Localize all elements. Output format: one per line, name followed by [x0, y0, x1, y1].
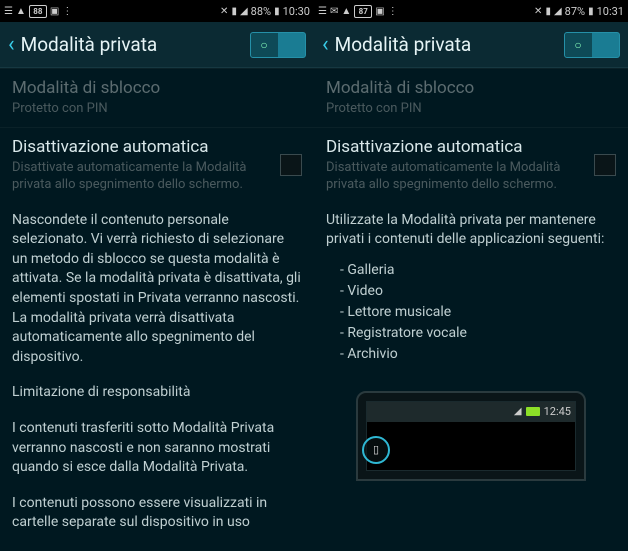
auto-off-title: Disattivazione automatica — [12, 137, 270, 157]
clock: 10:30 — [283, 5, 310, 18]
phone-illustration: ◢ 12:45 ▯ — [356, 391, 586, 481]
info-paragraph: Nascondete il contenuto personale selezi… — [0, 203, 314, 376]
overflow-icon: ⋮ — [62, 6, 72, 17]
list-item: Galleria — [340, 260, 616, 281]
list-item: Lettore musicale — [340, 302, 616, 323]
page-title: Modalità privata — [21, 33, 250, 56]
battery-icon: ▮ — [274, 6, 280, 17]
auto-off-checkbox[interactable] — [594, 154, 616, 176]
battery-percent: 87% — [565, 5, 585, 18]
status-bar: ☰ ✉ ▲ 87 ▣ ⋮ ✕ ▮ ◢ 87% ▮ 10:31 — [314, 0, 628, 22]
app-header: ‹ Modalità privata ○ — [0, 22, 314, 68]
vibrate-icon: ✕ — [534, 6, 542, 17]
overflow-icon: ⋮ — [388, 6, 398, 17]
battery-icon: ▮ — [588, 6, 594, 17]
unlock-method-row[interactable]: Modalità di sblocco Protetto con PIN — [314, 68, 628, 127]
unlock-title: Modalità di sblocco — [326, 78, 616, 98]
page-title: Modalità privata — [335, 33, 564, 56]
list-item: Archivio — [340, 344, 616, 365]
intro-text: Utilizzate la Modalità privata per mante… — [314, 203, 628, 258]
battery-percent: 88% — [251, 5, 271, 18]
unlock-sub: Protetto con PIN — [12, 100, 302, 118]
menu-icon: ☰ — [4, 6, 13, 17]
signal-icon: ◢ — [514, 406, 522, 417]
back-icon[interactable]: ‹ — [322, 32, 329, 57]
toggle-knob: ○ — [254, 36, 274, 54]
unlock-sub: Protetto con PIN — [326, 100, 616, 118]
vibrate-icon: ✕ — [220, 6, 228, 17]
auto-off-sub: Disattivate automaticamente la Modalità … — [326, 159, 584, 194]
toggle-knob: ○ — [568, 36, 588, 54]
private-mode-toggle[interactable]: ○ — [250, 32, 306, 58]
auto-off-checkbox[interactable] — [280, 154, 302, 176]
battery-badge: 88 — [29, 5, 47, 18]
list-item: Registratore vocale — [340, 323, 616, 344]
chat-icon: ▣ — [375, 6, 384, 17]
private-mode-toggle[interactable]: ○ — [564, 32, 620, 58]
signal-icon: ◢ — [240, 6, 248, 17]
screen-right: ☰ ✉ ▲ 87 ▣ ⋮ ✕ ▮ ◢ 87% ▮ 10:31 ‹ Modalit… — [314, 0, 628, 551]
clock: 10:31 — [597, 5, 624, 18]
unlock-method-row[interactable]: Modalità di sblocco Protetto con PIN — [0, 68, 314, 127]
signal-icon: ▮ — [231, 6, 237, 17]
screen-left: ☰ ▲ 88 ▣ ⋮ ✕ ▮ ◢ 88% ▮ 10:30 ‹ Modalità … — [0, 0, 314, 551]
battery-badge: 87 — [354, 5, 372, 18]
disclaimer-paragraph: I contenuti possono essere visualizzati … — [0, 486, 314, 541]
disclaimer-paragraph: I contenuti trasferiti sotto Modalità Pr… — [0, 411, 314, 486]
app-list: Galleria Video Lettore musicale Registra… — [314, 258, 628, 373]
app-header: ‹ Modalità privata ○ — [314, 22, 628, 68]
disclaimer-heading: Limitazione di responsabilità — [0, 375, 314, 411]
status-bar: ☰ ▲ 88 ▣ ⋮ ✕ ▮ ◢ 88% ▮ 10:30 — [0, 0, 314, 22]
auto-off-row[interactable]: Disattivazione automatica Disattivate au… — [0, 127, 314, 203]
battery-icon — [526, 407, 540, 416]
auto-off-sub: Disattivate automaticamente la Modalità … — [12, 159, 270, 194]
illustration-clock: 12:45 — [544, 405, 571, 418]
menu-icon: ☰ — [318, 6, 327, 17]
signal-icon: ◢ — [554, 6, 562, 17]
auto-off-row[interactable]: Disattivazione automatica Disattivate au… — [314, 127, 628, 203]
warning-icon: ▲ — [341, 6, 351, 17]
private-indicator-icon: ▯ — [362, 436, 390, 464]
unlock-title: Modalità di sblocco — [12, 78, 302, 98]
auto-off-title: Disattivazione automatica — [326, 137, 584, 157]
mail-icon: ✉ — [330, 6, 338, 17]
back-icon[interactable]: ‹ — [8, 32, 15, 57]
chat-icon: ▣ — [50, 6, 59, 17]
list-item: Video — [340, 281, 616, 302]
signal-icon: ▮ — [545, 6, 551, 17]
warning-icon: ▲ — [16, 6, 26, 17]
